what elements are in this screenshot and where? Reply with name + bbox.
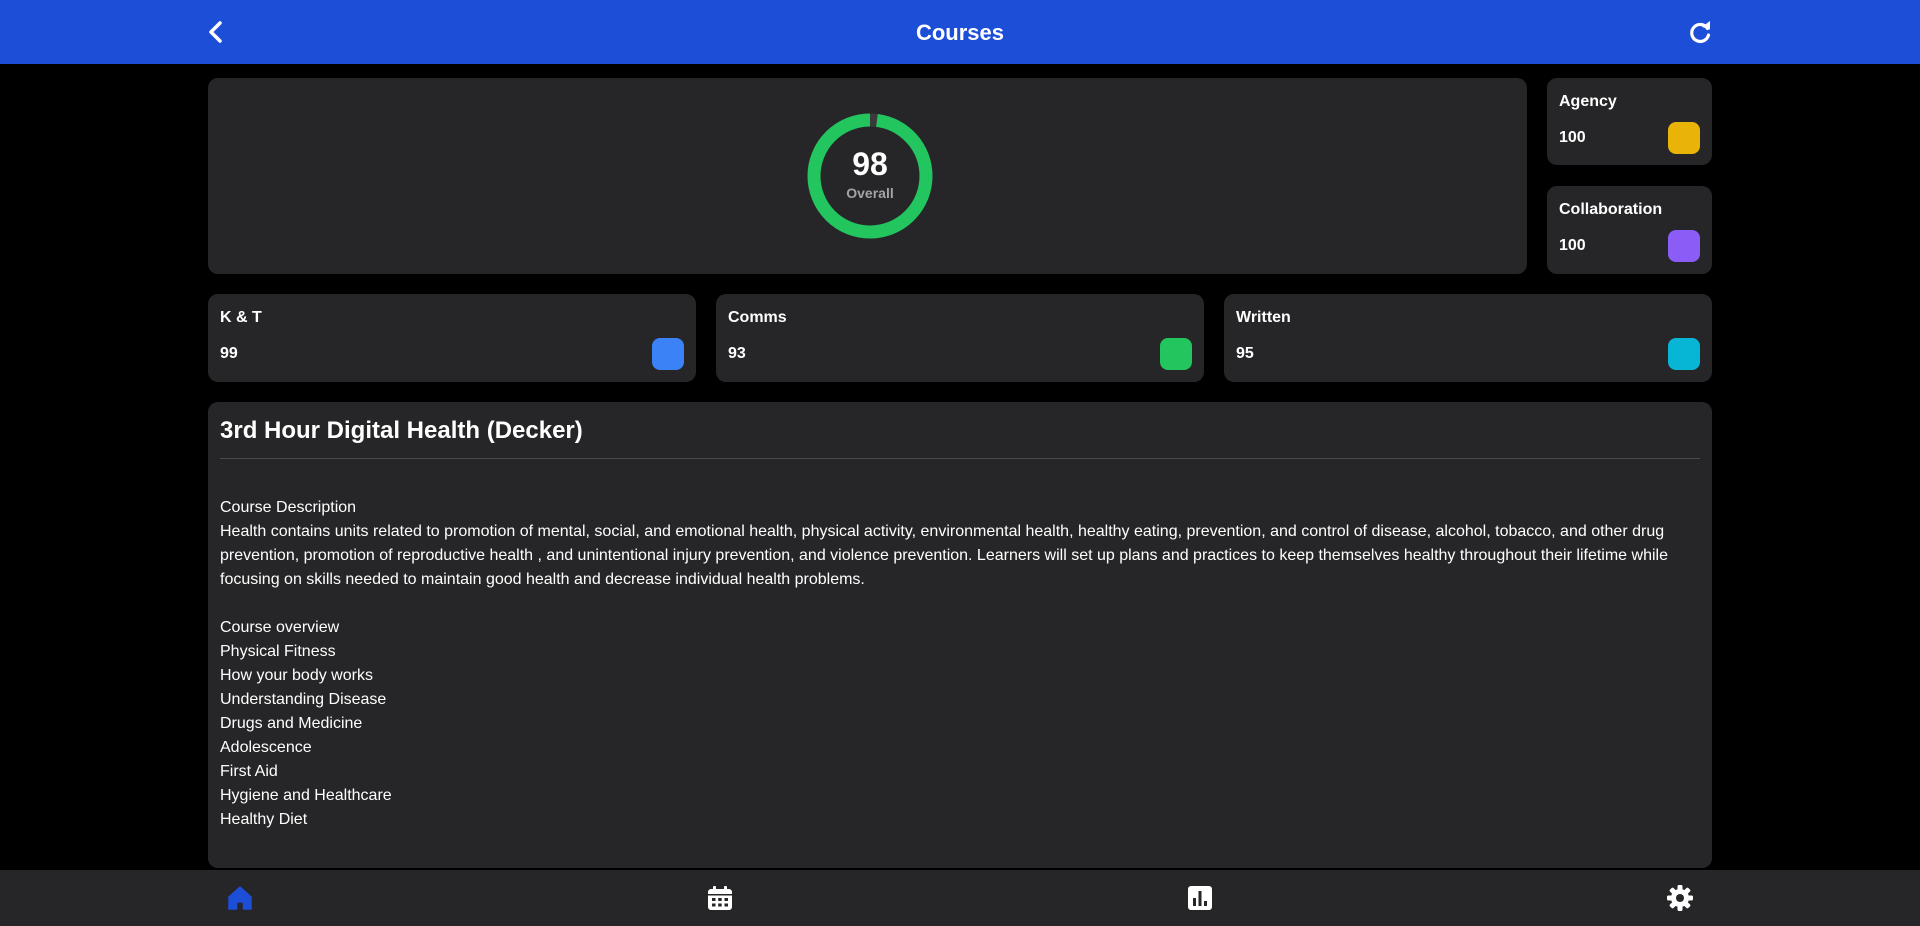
overview-item: Understanding Disease	[220, 691, 387, 708]
nav-calendar-button[interactable]	[706, 884, 734, 912]
score-card-collaboration: Collaboration 100	[1547, 186, 1712, 274]
overall-score-label: Overall	[846, 185, 894, 201]
score-value: 100	[1559, 129, 1586, 146]
course-title: 3rd Hour Digital Health (Decker)	[220, 417, 583, 444]
score-card-k-and-t: K & T 99	[208, 294, 696, 382]
calendar-icon	[708, 886, 732, 910]
course-body: Course Description Health contains units…	[220, 496, 1700, 832]
score-color-swatch	[1668, 230, 1700, 262]
overall-score-card: 98 Overall	[208, 78, 1527, 274]
overview-item: How your body works	[220, 667, 373, 684]
score-card-written: Written 95	[1224, 294, 1712, 382]
score-label: Agency	[1559, 93, 1617, 110]
score-color-swatch	[1160, 338, 1192, 370]
overview-item: Hygiene and Healthcare	[220, 787, 392, 804]
bottom-navigation	[0, 870, 1920, 926]
page-title: Courses	[915, 20, 1005, 45]
gear-icon	[1667, 885, 1693, 911]
nav-stats-button[interactable]	[1186, 884, 1214, 912]
score-color-swatch	[1668, 122, 1700, 154]
course-details-card: 3rd Hour Digital Health (Decker) Course …	[208, 402, 1712, 868]
score-value: 99	[220, 345, 238, 362]
score-color-swatch	[1668, 338, 1700, 370]
course-description-heading: Course Description	[220, 499, 357, 516]
course-description: Health contains units related to promoti…	[220, 523, 1668, 588]
divider	[220, 458, 1700, 459]
refresh-button[interactable]	[1684, 16, 1716, 48]
course-overview-heading: Course overview	[220, 619, 340, 636]
top-app-bar: Courses	[0, 0, 1920, 64]
score-card-agency: Agency 100	[1547, 78, 1712, 165]
overview-item: Drugs and Medicine	[220, 715, 363, 732]
chart-icon	[1188, 886, 1212, 910]
score-value: 93	[728, 345, 746, 362]
score-label: Written	[1236, 309, 1291, 326]
score-value: 95	[1236, 345, 1254, 362]
score-label: Collaboration	[1559, 201, 1663, 218]
score-color-swatch	[652, 338, 684, 370]
overview-item: First Aid	[220, 763, 278, 780]
score-value: 100	[1559, 237, 1586, 254]
nav-home-button[interactable]	[226, 884, 254, 912]
overview-item: Healthy Diet	[220, 811, 308, 828]
score-label: Comms	[728, 309, 787, 326]
refresh-icon	[1690, 21, 1711, 44]
score-card-comms: Comms 93	[716, 294, 1204, 382]
nav-settings-button[interactable]	[1666, 884, 1694, 912]
overview-item: Adolescence	[220, 739, 312, 756]
score-label: K & T	[220, 309, 262, 326]
overview-item: Physical Fitness	[220, 643, 336, 660]
home-icon	[228, 886, 252, 910]
overall-score-value: 98	[852, 146, 888, 182]
